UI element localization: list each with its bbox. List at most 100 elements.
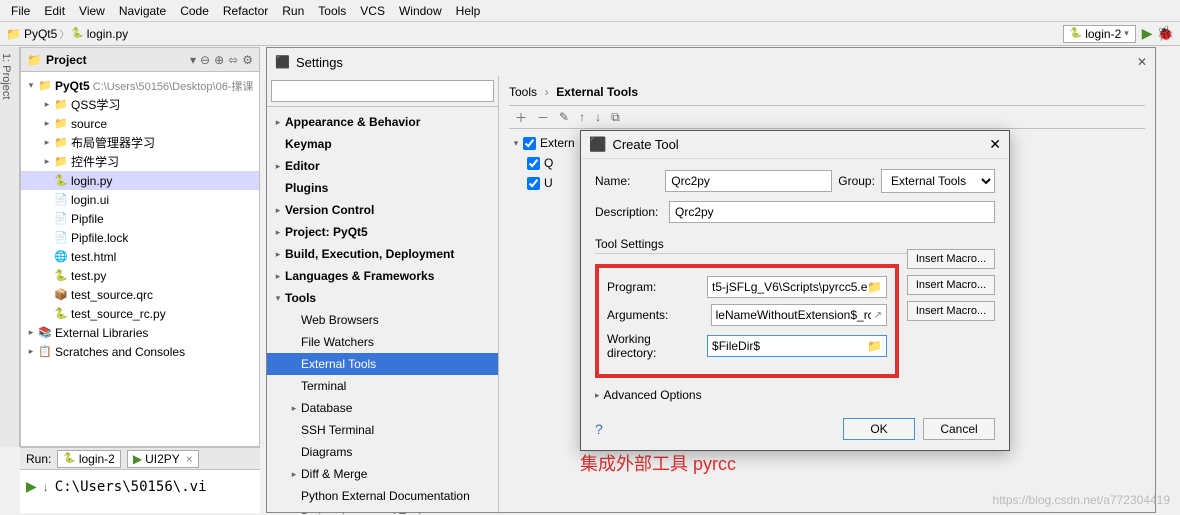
run-config-selector[interactable]: 🐍 login-2 ▾ xyxy=(1063,25,1136,43)
tree-scratches[interactable]: ▸📋Scratches and Consoles xyxy=(21,342,259,361)
browse-icon[interactable]: 📁 xyxy=(867,280,882,294)
debug-button[interactable]: 🐞 xyxy=(1157,25,1174,42)
settings-tree-item[interactable]: ▸Editor xyxy=(267,155,498,177)
expand-icon[interactable]: ▾ xyxy=(25,80,37,91)
folder-icon: 📁 xyxy=(6,27,21,41)
settings-tree-item[interactable]: ▸Version Control xyxy=(267,199,498,221)
tree-file[interactable]: 📄Pipfile.lock xyxy=(21,228,259,247)
run-label: Run: xyxy=(26,452,51,466)
settings-tree-item[interactable]: ▸Diff & Merge xyxy=(267,463,498,485)
menu-tools[interactable]: Tools xyxy=(311,2,353,20)
toolbar: 📁 PyQt5 〉 🐍 login.py 🐍 login-2 ▾ ▶ 🐞 xyxy=(0,22,1180,46)
settings-tree-item[interactable]: ▸Project: PyQt5 xyxy=(267,221,498,243)
et-checkbox[interactable] xyxy=(527,177,540,190)
menu-window[interactable]: Window xyxy=(392,2,449,20)
et-checkbox[interactable] xyxy=(523,137,536,150)
et-checkbox[interactable] xyxy=(527,157,540,170)
remove-button[interactable]: － xyxy=(537,109,549,126)
settings-tree-item[interactable]: Diagrams xyxy=(267,441,498,463)
tree-folder[interactable]: ▸📁QSS学习 xyxy=(21,95,259,114)
insert-macro-button[interactable]: Insert Macro... xyxy=(907,301,995,321)
settings-tree-item[interactable]: Terminal xyxy=(267,375,498,397)
settings-tree-item[interactable]: ▾Tools xyxy=(267,287,498,309)
settings-tree-item[interactable]: Python External Documentation xyxy=(267,485,498,507)
settings-tree-item[interactable]: ▸Appearance & Behavior xyxy=(267,111,498,133)
expand-icon[interactable]: ▾ xyxy=(509,138,523,149)
browse-icon[interactable]: 📁 xyxy=(867,339,882,353)
name-input[interactable] xyxy=(665,170,832,192)
sidebar-tab-project[interactable]: 1: Project xyxy=(0,47,20,447)
menu-edit[interactable]: Edit xyxy=(37,2,72,20)
menu-code[interactable]: Code xyxy=(173,2,216,20)
tree-file[interactable]: 📄login.ui xyxy=(21,190,259,209)
locate-icon[interactable]: ⊕ xyxy=(214,53,224,67)
tree-root[interactable]: ▾ 📁 PyQt5 C:\Users\50156\Desktop\06-摞课 xyxy=(21,76,259,95)
tree-folder[interactable]: ▸📁布局管理器学习 xyxy=(21,133,259,152)
run-button[interactable]: ▶ xyxy=(1142,25,1153,42)
chevron-icon: ▸ xyxy=(287,403,301,414)
group-select[interactable]: External Tools xyxy=(881,169,995,193)
close-icon[interactable]: ✕ xyxy=(1137,55,1147,69)
tree-folder[interactable]: ▸📁source xyxy=(21,114,259,133)
rerun-button[interactable]: ▶ xyxy=(26,478,37,495)
settings-tree-item[interactable]: ▸Build, Execution, Deployment xyxy=(267,243,498,265)
tree-file[interactable]: 📦test_source.qrc xyxy=(21,285,259,304)
workdir-field[interactable]: 📁 xyxy=(707,335,887,357)
menu-file[interactable]: File xyxy=(4,2,37,20)
gear-icon[interactable]: ⚙ xyxy=(242,53,253,67)
copy-button[interactable]: ⧉ xyxy=(611,110,620,125)
workdir-input[interactable] xyxy=(712,338,867,354)
tree-file[interactable]: 🐍login.py xyxy=(21,171,259,190)
up-button[interactable]: ↑ xyxy=(579,110,585,124)
settings-search-input[interactable] xyxy=(271,80,494,102)
description-input[interactable] xyxy=(669,201,995,223)
app-icon: ⬛ xyxy=(589,136,606,153)
close-icon[interactable]: ✕ xyxy=(989,136,1001,153)
menu-run[interactable]: Run xyxy=(275,2,311,20)
edit-button[interactable]: ✎ xyxy=(559,110,569,124)
tree-file[interactable]: 🐍test.py xyxy=(21,266,259,285)
menu-vcs[interactable]: VCS xyxy=(353,2,392,20)
tree-folder[interactable]: ▸📁控件学习 xyxy=(21,152,259,171)
run-tab[interactable]: ▶UI2PY× xyxy=(127,450,199,468)
add-button[interactable]: ＋ xyxy=(515,109,527,126)
settings-tree-item[interactable]: SSH Terminal xyxy=(267,419,498,441)
settings-tree-item[interactable]: Plugins xyxy=(267,177,498,199)
settings-tree-item[interactable]: ▸Languages & Frameworks xyxy=(267,265,498,287)
arguments-input[interactable] xyxy=(716,307,871,323)
program-input[interactable] xyxy=(712,279,867,295)
help-icon[interactable]: ? xyxy=(595,421,603,437)
down-button[interactable]: ↓ xyxy=(595,110,601,124)
breadcrumb-folder[interactable]: 📁 PyQt5 xyxy=(6,27,57,41)
collapse-icon[interactable]: ⊖ xyxy=(200,53,210,67)
cancel-button[interactable]: Cancel xyxy=(923,418,995,440)
ok-button[interactable]: OK xyxy=(843,418,915,440)
settings-tree-item[interactable]: ▸Database xyxy=(267,397,498,419)
tree-file[interactable]: 🐍test_source_rc.py xyxy=(21,304,259,323)
tree-file[interactable]: 📄Pipfile xyxy=(21,209,259,228)
menu-navigate[interactable]: Navigate xyxy=(112,2,173,20)
advanced-options-toggle[interactable]: ▸ Advanced Options xyxy=(595,388,995,402)
settings-tree-item[interactable]: Web Browsers xyxy=(267,309,498,331)
settings-tree-item[interactable]: External Tools xyxy=(267,353,498,375)
breadcrumb-file[interactable]: 🐍 login.py xyxy=(71,27,128,41)
tree-file[interactable]: 🌐test.html xyxy=(21,247,259,266)
arguments-field[interactable]: ↗ xyxy=(711,304,887,326)
insert-macro-button[interactable]: Insert Macro... xyxy=(907,275,995,295)
settings-tree-item[interactable]: Keymap xyxy=(267,133,498,155)
expand-icon[interactable]: ↗ xyxy=(874,310,882,321)
dialog-titlebar: ⬛ Create Tool ✕ xyxy=(581,131,1009,159)
program-field[interactable]: 📁 xyxy=(707,276,887,298)
menu-view[interactable]: View xyxy=(72,2,112,20)
settings-tree-item[interactable]: File Watchers xyxy=(267,331,498,353)
run-tab[interactable]: 🐍login-2 xyxy=(57,450,120,468)
chevron-down-icon[interactable]: ▾ xyxy=(190,53,196,67)
settings-tree-item[interactable]: Python Integrated Tools xyxy=(267,507,498,514)
hide-icon[interactable]: ⬄ xyxy=(228,53,238,67)
close-icon[interactable]: × xyxy=(186,452,193,466)
tree-external-libs[interactable]: ▸📚External Libraries xyxy=(21,323,259,342)
menu-refactor[interactable]: Refactor xyxy=(216,2,275,20)
insert-macro-button[interactable]: Insert Macro... xyxy=(907,249,995,269)
menu-help[interactable]: Help xyxy=(449,2,488,20)
step-button[interactable]: ↓ xyxy=(43,480,49,494)
